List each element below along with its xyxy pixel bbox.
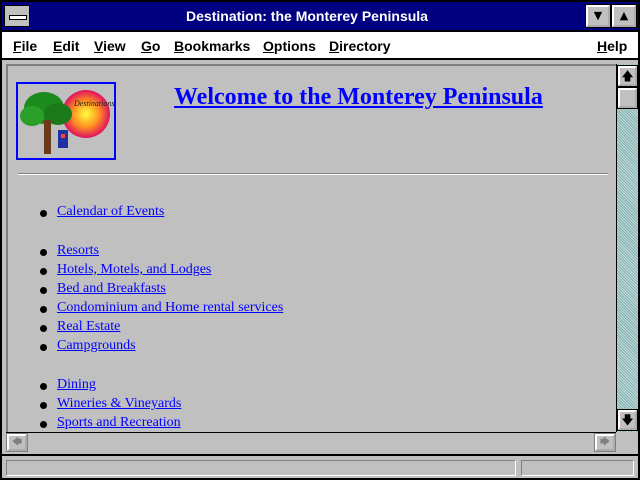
maximize-arrow-icon: ▲ bbox=[619, 9, 629, 22]
browser-window: Destination: the Monterey Peninsula ▼ ▲ … bbox=[0, 0, 640, 480]
scroll-left-button[interactable]: 🡄 bbox=[6, 433, 28, 452]
bullet-icon bbox=[40, 402, 47, 409]
scroll-up-button[interactable]: 🡅 bbox=[617, 65, 638, 87]
arrow-left-icon: 🡄 bbox=[11, 437, 23, 448]
link-sports[interactable]: Sports and Recreation bbox=[57, 415, 181, 431]
bullet-icon bbox=[40, 268, 47, 275]
bullet-icon bbox=[40, 249, 47, 256]
destinations-logo[interactable]: Destinations On-Line bbox=[16, 82, 116, 160]
link-calendar[interactable]: Calendar of Events bbox=[57, 204, 164, 220]
status-message-field bbox=[6, 460, 516, 476]
logo-text: Destinations On-Line bbox=[73, 99, 114, 108]
arrow-down-icon: 🡇 bbox=[621, 413, 634, 427]
system-menu-icon[interactable] bbox=[4, 5, 30, 27]
title-bar: Destination: the Monterey Peninsula ▼ ▲ bbox=[2, 2, 638, 32]
menu-directory[interactable]: Directory bbox=[329, 38, 390, 54]
horizontal-scrollbar[interactable]: 🡄 🡆 bbox=[6, 432, 616, 452]
minimize-button[interactable]: ▼ bbox=[585, 4, 611, 28]
minimize-arrow-icon: ▼ bbox=[593, 9, 603, 22]
link-dining[interactable]: Dining bbox=[57, 377, 96, 393]
maximize-button[interactable]: ▲ bbox=[611, 4, 637, 28]
page-heading[interactable]: Welcome to the Monterey Peninsula bbox=[174, 84, 543, 111]
menu-bookmarks[interactable]: Bookmarks bbox=[174, 38, 250, 54]
scroll-thumb[interactable] bbox=[617, 87, 638, 109]
divider bbox=[18, 173, 608, 175]
link-hotels[interactable]: Hotels, Motels, and Lodges bbox=[57, 262, 211, 278]
menu-file[interactable]: File bbox=[13, 38, 37, 54]
window-title: Destination: the Monterey Peninsula bbox=[186, 8, 428, 24]
scroll-right-button[interactable]: 🡆 bbox=[594, 433, 616, 452]
scrollbar-corner bbox=[616, 432, 638, 452]
arrow-right-icon: 🡆 bbox=[599, 437, 611, 448]
link-bed-breakfasts[interactable]: Bed and Breakfasts bbox=[57, 281, 166, 297]
bullet-icon bbox=[40, 306, 47, 313]
menu-options[interactable]: Options bbox=[263, 38, 316, 54]
menu-help[interactable]: Help bbox=[597, 38, 627, 54]
link-real-estate[interactable]: Real Estate bbox=[57, 319, 120, 335]
menu-view[interactable]: View bbox=[94, 38, 126, 54]
bullet-icon bbox=[40, 210, 47, 217]
bullet-icon bbox=[40, 344, 47, 351]
link-campgrounds[interactable]: Campgrounds bbox=[57, 338, 136, 354]
scroll-down-button[interactable]: 🡇 bbox=[617, 409, 638, 431]
bullet-icon bbox=[40, 287, 47, 294]
status-progress-field bbox=[521, 460, 634, 476]
bullet-icon bbox=[40, 383, 47, 390]
bullet-icon bbox=[40, 421, 47, 428]
vertical-scrollbar[interactable]: 🡅 🡇 bbox=[616, 64, 638, 432]
page-content: Destinations On-Line Welcome to the Mont… bbox=[6, 64, 616, 432]
menu-bar: File Edit View Go Bookmarks Options Dire… bbox=[2, 32, 638, 60]
arrow-up-icon: 🡅 bbox=[621, 69, 634, 83]
link-condominium[interactable]: Condominium and Home rental services bbox=[57, 300, 283, 316]
menu-edit[interactable]: Edit bbox=[53, 38, 79, 54]
link-resorts[interactable]: Resorts bbox=[57, 243, 99, 259]
menu-go[interactable]: Go bbox=[141, 38, 160, 54]
link-wineries[interactable]: Wineries & Vineyards bbox=[57, 396, 181, 412]
tree-sun-logo-icon: Destinations On-Line bbox=[20, 90, 114, 154]
bullet-icon bbox=[40, 325, 47, 332]
status-bar bbox=[2, 454, 638, 478]
